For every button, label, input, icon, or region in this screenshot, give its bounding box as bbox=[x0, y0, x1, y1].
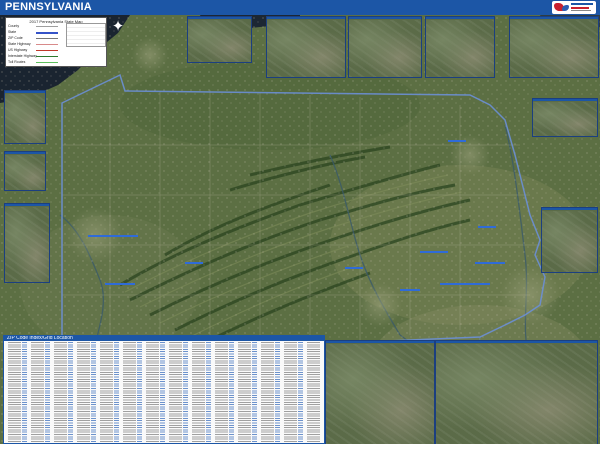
map-label bbox=[185, 262, 203, 264]
map-label bbox=[105, 283, 135, 285]
map-title: PENNSYLVANIA bbox=[5, 1, 92, 13]
map-label bbox=[440, 283, 490, 285]
compass-rose-icon: ✦ bbox=[111, 18, 125, 35]
legend-item: Toll Routes bbox=[8, 60, 26, 64]
legend-item: ZIP Code bbox=[8, 36, 23, 40]
legend-item: US Highway bbox=[8, 48, 28, 52]
map-label bbox=[475, 262, 505, 264]
city-inset-map[interactable] bbox=[348, 16, 422, 78]
city-inset-map[interactable] bbox=[4, 203, 50, 283]
city-inset-map[interactable] bbox=[4, 90, 46, 144]
zip-index-columns bbox=[4, 342, 324, 443]
map-label bbox=[448, 140, 466, 142]
map-poster: PENNSYLVANIA 2017 Pennsylvania State Map… bbox=[0, 0, 600, 450]
city-inset-map[interactable] bbox=[435, 340, 598, 446]
map-label bbox=[345, 267, 363, 269]
map-label bbox=[420, 251, 448, 253]
legend-item: Interstate Highway bbox=[8, 54, 37, 58]
city-inset-map[interactable] bbox=[4, 151, 46, 191]
bottom-margin bbox=[0, 444, 600, 450]
map-label bbox=[478, 226, 496, 228]
city-inset-map[interactable] bbox=[509, 16, 599, 78]
city-inset-map[interactable] bbox=[187, 16, 252, 63]
map-label bbox=[400, 289, 420, 291]
city-inset-map[interactable] bbox=[266, 16, 346, 78]
city-inset-map[interactable] bbox=[541, 207, 598, 273]
legend-table bbox=[66, 23, 106, 47]
zip-index-title: ZIP Code Index/Grid Location bbox=[7, 335, 73, 341]
city-inset-map[interactable] bbox=[532, 98, 598, 137]
city-inset-map[interactable] bbox=[425, 16, 495, 78]
legend-item: County bbox=[8, 24, 20, 28]
legend-item: State Highway bbox=[8, 42, 31, 46]
publisher-logo-icon bbox=[552, 1, 596, 14]
legend-item: State bbox=[8, 30, 17, 34]
map-legend: 2017 Pennsylvania State Map County State… bbox=[5, 17, 107, 67]
map-label bbox=[88, 235, 138, 237]
zip-index-header: ZIP Code Index/Grid Location bbox=[4, 336, 324, 341]
title-bar: PENNSYLVANIA bbox=[0, 0, 600, 15]
city-inset-map[interactable] bbox=[325, 340, 435, 446]
zip-code-index: ZIP Code Index/Grid Location bbox=[3, 335, 325, 444]
